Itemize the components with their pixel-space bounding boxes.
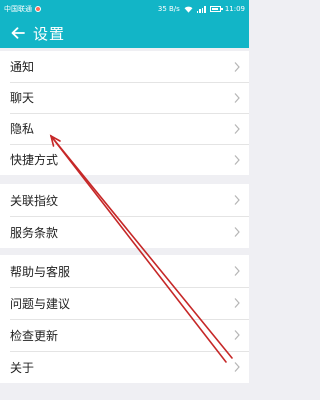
settings-group-general: 通知 聊天 隐私 快捷方式 <box>0 51 249 175</box>
network-speed: 35 B/s <box>157 5 180 13</box>
chevron-right-icon <box>234 362 240 372</box>
setting-item-label: 聊天 <box>10 91 35 105</box>
chevron-right-icon <box>234 195 240 205</box>
setting-item-label: 检查更新 <box>10 328 59 343</box>
setting-item-privacy[interactable]: 隐私 <box>0 113 249 144</box>
page-title: 设置 <box>33 24 66 43</box>
settings-group-account: 关联指纹 服务条款 <box>0 184 249 248</box>
setting-item-terms[interactable]: 服务条款 <box>0 216 249 248</box>
chevron-right-icon <box>234 298 240 308</box>
setting-item-shortcuts[interactable]: 快捷方式 <box>0 144 249 175</box>
clock: 11:09 <box>224 5 245 13</box>
setting-item-fingerprint[interactable]: 关联指纹 <box>0 184 249 216</box>
setting-item-chat[interactable]: 聊天 <box>0 82 249 113</box>
setting-item-check-update[interactable]: 检查更新 <box>0 319 249 351</box>
setting-item-label: 隐私 <box>10 122 35 136</box>
back-button[interactable] <box>3 18 33 48</box>
battery-icon <box>209 6 223 12</box>
setting-item-label: 快捷方式 <box>10 153 59 167</box>
setting-item-label: 帮助与客服 <box>10 264 71 279</box>
chevron-right-icon <box>234 330 240 340</box>
setting-item-label: 通知 <box>10 60 35 74</box>
notification-dot-icon <box>35 6 41 12</box>
chevron-right-icon <box>234 92 240 103</box>
setting-item-about[interactable]: 关于 <box>0 351 249 383</box>
setting-item-label: 关于 <box>10 360 35 375</box>
chevron-right-icon <box>234 227 240 237</box>
status-bar: 中国联通 35 B/s 11:09 <box>0 0 249 18</box>
chevron-right-icon <box>234 154 240 165</box>
wifi-icon <box>184 6 193 13</box>
arrow-left-icon <box>11 27 25 39</box>
chevron-right-icon <box>234 61 240 72</box>
app-bar: 设置 <box>0 18 249 48</box>
settings-group-support: 帮助与客服 问题与建议 检查更新 关于 <box>0 255 249 383</box>
setting-item-label: 服务条款 <box>10 225 59 240</box>
setting-item-label: 关联指纹 <box>10 193 59 208</box>
setting-item-label: 问题与建议 <box>10 296 71 311</box>
setting-item-feedback[interactable]: 问题与建议 <box>0 287 249 319</box>
chevron-right-icon <box>234 266 240 276</box>
carrier-label: 中国联通 <box>4 5 32 13</box>
signal-icon <box>196 5 206 13</box>
setting-item-help[interactable]: 帮助与客服 <box>0 255 249 287</box>
setting-item-notifications[interactable]: 通知 <box>0 51 249 82</box>
chevron-right-icon <box>234 123 240 134</box>
